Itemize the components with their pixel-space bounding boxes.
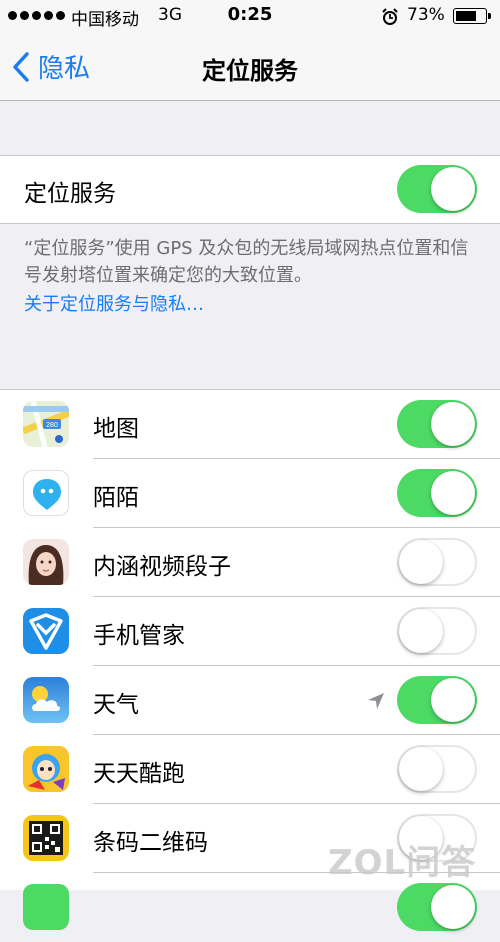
- list-item-weather: 天气: [0, 666, 500, 735]
- momo-icon: [23, 470, 69, 516]
- maps-location-toggle[interactable]: [397, 400, 477, 448]
- maps-icon: 280: [23, 401, 69, 447]
- svg-text:280: 280: [46, 422, 58, 429]
- location-arrow-icon: [368, 693, 384, 709]
- toggle-knob: [399, 540, 443, 584]
- weather-icon: [23, 677, 69, 723]
- toggle-knob: [399, 747, 443, 791]
- location-services-toggle[interactable]: [397, 165, 477, 213]
- neihan-location-toggle[interactable]: [397, 538, 477, 586]
- tiantian-kupao-icon: [23, 746, 69, 792]
- navigation-bar: 隐私 定位服务: [0, 34, 500, 101]
- momo-location-toggle[interactable]: [397, 469, 477, 517]
- list-item-maps: 280 地图: [0, 390, 500, 459]
- neihan-icon: [23, 539, 69, 585]
- weather-location-toggle[interactable]: [397, 676, 477, 724]
- app-name: 手机管家: [93, 623, 185, 649]
- qr-code-icon: [23, 815, 69, 861]
- app-name: 天天酷跑: [93, 761, 185, 787]
- toggle-knob: [431, 167, 475, 211]
- app-name: 内涵视频段子: [93, 554, 231, 580]
- tiantian-kupao-location-toggle[interactable]: [397, 745, 477, 793]
- list-item-momo: 陌陌: [0, 459, 500, 528]
- toggle-knob: [431, 678, 475, 722]
- partial-location-toggle[interactable]: [397, 883, 477, 931]
- location-services-row: 定位服务: [0, 155, 500, 224]
- app-icon: [23, 884, 69, 930]
- page-title: 定位服务: [202, 57, 298, 85]
- status-bar: 中国移动 3G 0:25 73%: [0, 0, 500, 34]
- battery-icon: [453, 8, 491, 24]
- app-name: 地图: [93, 416, 139, 442]
- toggle-knob: [431, 885, 475, 929]
- app-name: 条码二维码: [93, 830, 208, 856]
- battery-percentage: 73%: [407, 5, 445, 25]
- location-services-description: “定位服务”使用 GPS 及众包的无线局域网热点位置和信号发射塔位置来确定您的大…: [24, 238, 469, 286]
- privacy-link[interactable]: 关于定位服务与隐私…: [24, 290, 204, 316]
- alarm-icon: [381, 8, 399, 31]
- app-name: 陌陌: [93, 485, 139, 511]
- list-item-neihan: 内涵视频段子: [0, 528, 500, 597]
- list-item-tiantian-kupao: 天天酷跑: [0, 735, 500, 804]
- toggle-knob: [399, 609, 443, 653]
- phone-manager-location-toggle[interactable]: [397, 607, 477, 655]
- watermark: ZOL问答: [328, 843, 477, 883]
- app-name: 天气: [93, 692, 139, 718]
- location-services-label: 定位服务: [24, 181, 116, 207]
- app-list: 280 地图 陌陌 内涵视频段子 手机管家 天气 天天酷跑 条码二维码: [0, 389, 500, 931]
- toggle-knob: [431, 471, 475, 515]
- toggle-knob: [431, 402, 475, 446]
- phone-manager-icon: [23, 608, 69, 654]
- list-item-phone-manager: 手机管家: [0, 597, 500, 666]
